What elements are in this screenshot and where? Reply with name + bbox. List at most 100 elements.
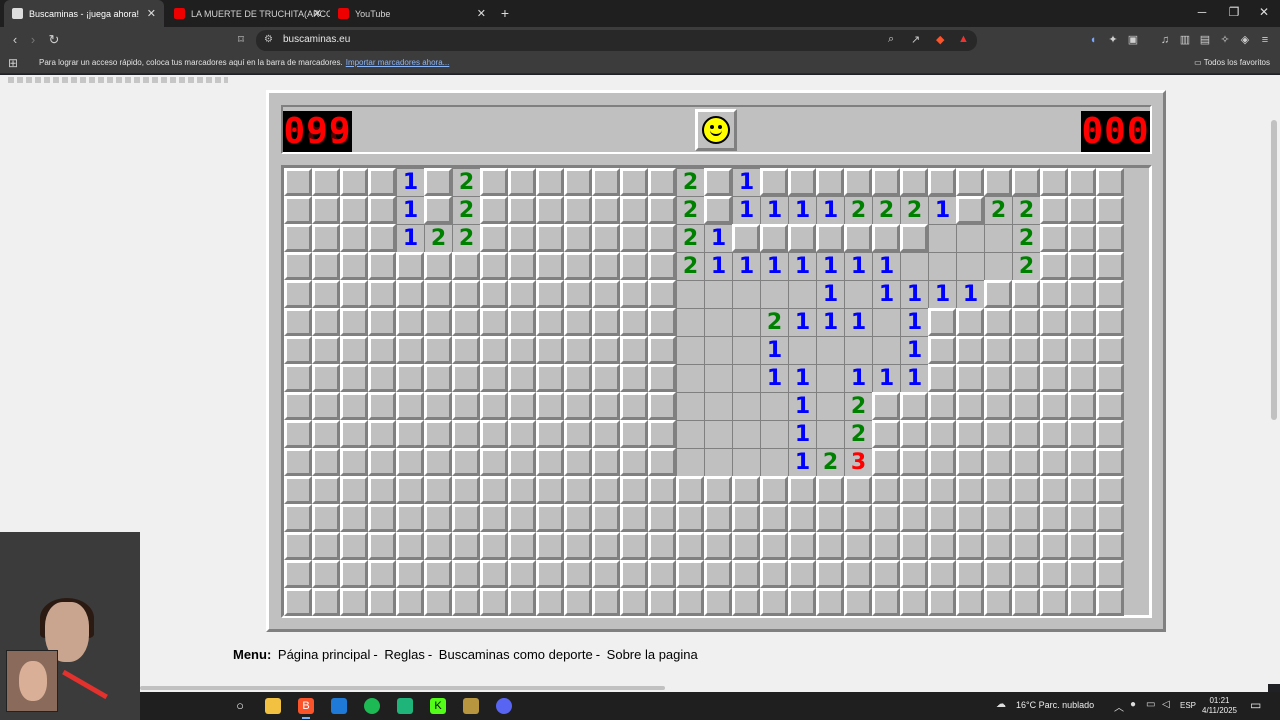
mine-cell[interactable] (984, 532, 1012, 560)
mine-cell[interactable]: 1 (900, 308, 928, 336)
mine-cell[interactable] (984, 392, 1012, 420)
mine-cell[interactable] (956, 168, 984, 196)
mine-cell[interactable] (592, 504, 620, 532)
close-window-button[interactable]: ✕ (1254, 5, 1274, 19)
mine-cell[interactable] (816, 336, 844, 364)
mine-cell[interactable] (676, 560, 704, 588)
mine-cell[interactable] (928, 364, 956, 392)
mine-cell[interactable] (956, 308, 984, 336)
mine-cell[interactable] (928, 308, 956, 336)
mine-cell[interactable] (1012, 336, 1040, 364)
mine-cell[interactable] (1068, 308, 1096, 336)
mine-cell[interactable] (1012, 392, 1040, 420)
mine-cell[interactable] (536, 476, 564, 504)
discord-icon[interactable] (496, 698, 512, 714)
volume-icon[interactable]: ◁ (1162, 699, 1170, 710)
mine-cell[interactable] (1040, 392, 1068, 420)
mine-cell[interactable]: 3 (844, 448, 872, 476)
mine-cell[interactable] (788, 280, 816, 308)
voice-icon[interactable]: ◖ (1084, 31, 1102, 49)
mine-cell[interactable]: 2 (452, 196, 480, 224)
mine-cell[interactable]: 1 (788, 420, 816, 448)
mine-cell[interactable] (592, 392, 620, 420)
mine-cell[interactable]: 2 (676, 252, 704, 280)
mine-cell[interactable] (536, 560, 564, 588)
mine-cell[interactable] (900, 420, 928, 448)
mine-cell[interactable] (844, 280, 872, 308)
mine-cell[interactable] (956, 476, 984, 504)
mine-cell[interactable] (900, 560, 928, 588)
restore-button[interactable]: ❐ (1224, 5, 1244, 19)
mine-cell[interactable] (564, 560, 592, 588)
mine-cell[interactable] (480, 448, 508, 476)
mine-cell[interactable] (536, 168, 564, 196)
mine-cell[interactable]: 1 (760, 364, 788, 392)
mine-cell[interactable] (1040, 504, 1068, 532)
mine-cell[interactable] (592, 280, 620, 308)
import-bookmarks-link[interactable]: Importar marcadores ahora... (346, 58, 450, 67)
mine-cell[interactable] (1068, 532, 1096, 560)
mine-cell[interactable] (732, 476, 760, 504)
kick-icon[interactable]: K (430, 698, 446, 714)
mine-cell[interactable] (396, 252, 424, 280)
mine-cell[interactable] (452, 252, 480, 280)
mine-cell[interactable] (1040, 448, 1068, 476)
notifications-icon[interactable]: ▭ (1250, 698, 1261, 712)
mine-cell[interactable] (676, 280, 704, 308)
mine-cell[interactable] (676, 476, 704, 504)
mine-cell[interactable] (592, 252, 620, 280)
mine-cell[interactable] (956, 196, 984, 224)
mine-cell[interactable] (536, 392, 564, 420)
mine-cell[interactable] (564, 504, 592, 532)
mine-cell[interactable] (536, 336, 564, 364)
mine-cell[interactable] (424, 504, 452, 532)
mine-cell[interactable] (508, 336, 536, 364)
mine-cell[interactable] (368, 196, 396, 224)
reload-icon[interactable]: ↻ (45, 31, 63, 49)
mine-cell[interactable] (368, 504, 396, 532)
mine-cell[interactable] (1012, 532, 1040, 560)
mine-cell[interactable] (480, 336, 508, 364)
mine-cell[interactable] (1096, 588, 1124, 616)
mine-cell[interactable] (1068, 364, 1096, 392)
mine-cell[interactable] (984, 308, 1012, 336)
mine-cell[interactable] (508, 364, 536, 392)
mine-cell[interactable] (564, 168, 592, 196)
mine-cell[interactable] (284, 280, 312, 308)
mine-cell[interactable] (1012, 308, 1040, 336)
mine-cell[interactable]: 1 (760, 196, 788, 224)
mine-cell[interactable]: 1 (732, 168, 760, 196)
mine-cell[interactable] (816, 476, 844, 504)
mine-cell[interactable] (1040, 280, 1068, 308)
mine-cell[interactable] (424, 364, 452, 392)
mine-cell[interactable] (648, 364, 676, 392)
mine-cell[interactable] (620, 336, 648, 364)
mine-cell[interactable] (368, 168, 396, 196)
mine-cell[interactable] (788, 560, 816, 588)
mine-cell[interactable] (312, 588, 340, 616)
vpn-icon[interactable]: ◈ (1236, 31, 1254, 49)
mine-cell[interactable] (536, 504, 564, 532)
mine-cell[interactable] (704, 280, 732, 308)
mine-cell[interactable] (620, 392, 648, 420)
mine-cell[interactable] (1012, 504, 1040, 532)
mine-cell[interactable] (424, 280, 452, 308)
mine-cell[interactable] (928, 420, 956, 448)
mine-cell[interactable]: 1 (900, 364, 928, 392)
mine-cell[interactable] (1012, 168, 1040, 196)
mine-cell[interactable]: 2 (424, 224, 452, 252)
mine-cell[interactable] (592, 196, 620, 224)
mine-cell[interactable] (984, 336, 1012, 364)
mine-cell[interactable] (984, 560, 1012, 588)
mine-cell[interactable] (340, 196, 368, 224)
mine-cell[interactable] (816, 532, 844, 560)
mine-cell[interactable] (424, 196, 452, 224)
mine-cell[interactable] (480, 588, 508, 616)
mine-cell[interactable] (312, 420, 340, 448)
mine-cell[interactable] (1012, 364, 1040, 392)
mine-cell[interactable] (396, 364, 424, 392)
mine-cell[interactable] (676, 420, 704, 448)
mine-cell[interactable] (480, 196, 508, 224)
mine-cell[interactable] (760, 448, 788, 476)
mine-cell[interactable] (648, 336, 676, 364)
